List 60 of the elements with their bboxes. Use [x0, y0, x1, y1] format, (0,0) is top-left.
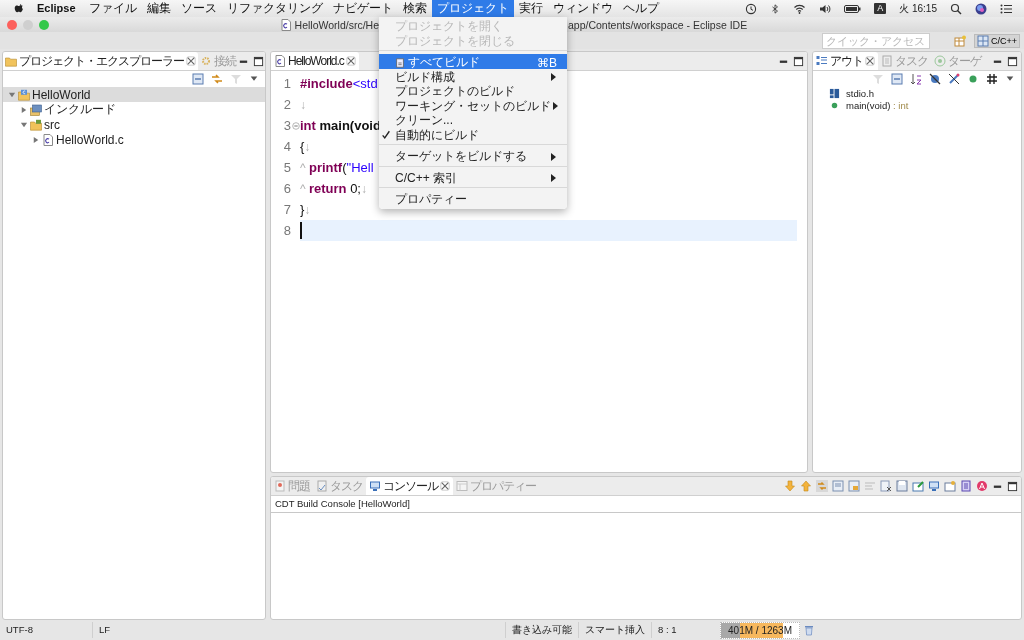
line-number: 6	[282, 181, 291, 196]
line-number: 7	[282, 202, 291, 217]
menu-item[interactable]: リファクタリング	[221, 0, 328, 17]
menu-item[interactable]: 編集	[141, 0, 176, 17]
code-line: {↓	[300, 139, 311, 154]
view-tab[interactable]: コンソール	[366, 477, 453, 495]
tree-label: HelloWorld	[32, 87, 91, 102]
tree-item[interactable]: インクルード	[3, 102, 265, 117]
window-title: HelloWorld/src/He	[294, 18, 379, 31]
menu-item[interactable]: プロジェクトのビルド	[379, 83, 567, 98]
tree-label: インクルード	[44, 101, 116, 118]
encoding-status: UTF-8	[0, 622, 93, 638]
menu-item[interactable]: 検索	[397, 0, 432, 17]
code-line: ^ return 0;↓	[300, 181, 367, 196]
insert-mode-status: スマート挿入	[579, 622, 652, 638]
window-title: app/Contents/workspace - Eclipse IDE	[568, 18, 749, 31]
line-number: 5	[282, 160, 291, 175]
tree-label: HelloWorld.c	[56, 132, 124, 147]
menu-clock[interactable]: 火 16:15	[899, 1, 937, 16]
line-delimiter-status: LF	[93, 622, 506, 638]
line-number: 8	[282, 223, 291, 238]
line-number: 1	[282, 76, 291, 91]
view-tab[interactable]: プロジェクト・エクスプローラー	[3, 52, 198, 70]
menu-item[interactable]: C/C++ 索引	[379, 169, 567, 184]
tree-label: src	[44, 117, 60, 132]
line-number: 2	[282, 97, 291, 112]
menu-item[interactable]: ナビゲート	[327, 0, 398, 17]
tree-item[interactable]: HelloWorld	[3, 87, 265, 102]
menu-item[interactable]: ソース	[175, 0, 222, 17]
menu-item[interactable]: ターゲットをビルドする	[379, 148, 567, 163]
line-number: 4	[282, 139, 291, 154]
menu-item[interactable]: ファイル	[83, 0, 142, 17]
menu-item[interactable]: 自動的にビルド	[379, 126, 567, 141]
view-tab[interactable]: アウト	[813, 52, 878, 70]
tree-item[interactable]: HelloWorld.c	[3, 132, 265, 147]
console-title: CDT Build Console [HelloWorld]	[271, 496, 1021, 513]
menu-item[interactable]: すべてビルド ⌘B	[379, 54, 567, 69]
perspective-button[interactable]: C/C++	[974, 33, 1020, 48]
menu-item[interactable]: 実行	[513, 0, 548, 17]
menu-item[interactable]: ヘルプ	[617, 0, 664, 17]
code-line: ↓	[300, 97, 306, 112]
code-line: #include<std	[300, 76, 378, 91]
menu-item[interactable]: ワーキング・セットのビルド	[379, 97, 567, 112]
code-line: int main(void	[300, 118, 381, 133]
outline-item[interactable]: stdio.h	[846, 87, 874, 99]
code-line: ^ printf("Hell	[300, 160, 374, 175]
menu-item[interactable]: プロパティー	[379, 191, 567, 206]
outline-item[interactable]: main(void) : int	[846, 99, 909, 111]
app-menu[interactable]: Eclipse	[25, 0, 84, 17]
menu-item[interactable]: プロジェクト	[431, 0, 514, 17]
write-mode-status: 書き込み可能	[506, 622, 579, 638]
cursor-position: 8 : 1	[657, 623, 678, 637]
code-line: }↓	[300, 202, 311, 217]
menu-item[interactable]: ビルド構成	[379, 68, 567, 83]
line-number: 3	[282, 118, 291, 133]
tree-item[interactable]: src	[3, 117, 265, 132]
input-source-indicator[interactable]: A	[874, 3, 887, 14]
menu-item[interactable]: ウィンドウ	[547, 0, 618, 17]
menu-item[interactable]: クリーン...	[379, 112, 567, 127]
view-tab[interactable]: HelloWorld.c	[271, 52, 359, 70]
